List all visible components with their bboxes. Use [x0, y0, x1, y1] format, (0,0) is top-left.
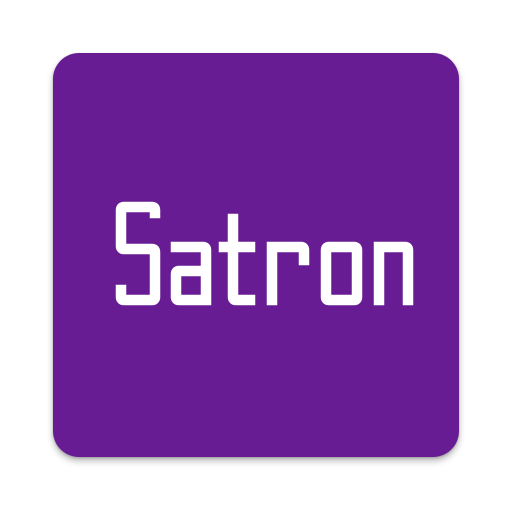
glyph-a — [170, 241, 212, 306]
glyph-s — [115, 201, 161, 306]
app-icon-canvas — [0, 0, 512, 512]
app-icon-tile[interactable] — [53, 53, 459, 457]
glyph-n — [373, 241, 414, 306]
glyph-t — [218, 213, 256, 306]
glyph-r — [266, 241, 310, 306]
satron-wordmark-logo — [115, 201, 414, 306]
glyph-o — [320, 241, 363, 306]
